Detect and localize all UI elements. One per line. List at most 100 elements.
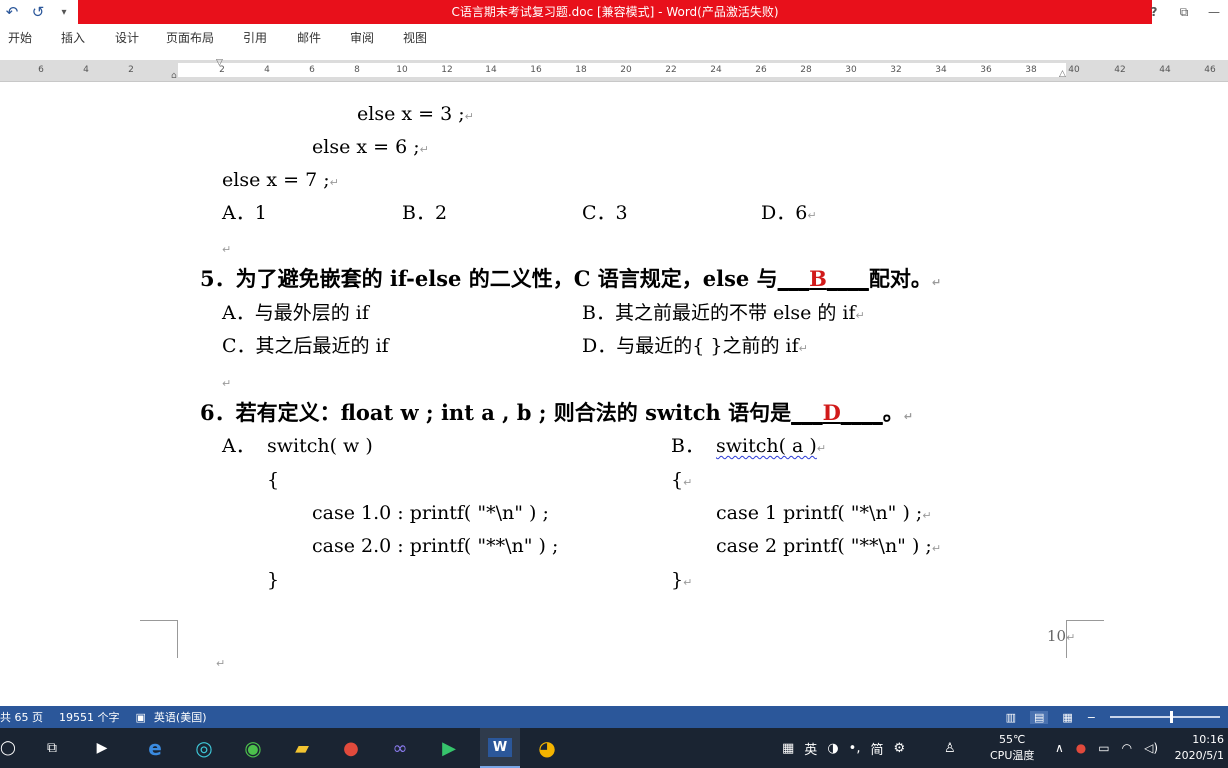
paragraph-mark: ↵ — [222, 243, 232, 256]
q6-option-a-case1: case 1.0 : printf( "*\n" ) ; — [312, 502, 549, 524]
question-6: 6．若有定义：float w ; int a , b ; 则合法的 switch… — [200, 400, 914, 425]
ruler-label: 8 — [354, 65, 360, 75]
web-layout-icon[interactable]: ▦ — [1062, 711, 1072, 724]
people-icon[interactable]: ♙ — [944, 728, 956, 768]
browser-green-icon[interactable]: ◉ — [241, 736, 265, 760]
tab-review[interactable]: 审阅 — [346, 29, 378, 46]
q6-option-b-head: switch( a )↵ — [716, 435, 827, 457]
infinity-app-icon[interactable]: ∞ — [388, 736, 412, 760]
zoom-slider-knob[interactable] — [1170, 711, 1173, 723]
view-controls: ▥ ▤ ▦ − — [1006, 706, 1228, 728]
tab-references[interactable]: 引用 — [239, 29, 271, 46]
ruler-label: 14 — [485, 65, 497, 75]
ime-mode[interactable]: 英 — [804, 739, 817, 758]
tab-design[interactable]: 设计 — [111, 29, 143, 46]
ruler-label: 30 — [845, 65, 857, 75]
language-indicator[interactable]: 英语(美国) — [154, 709, 215, 725]
document-page[interactable]: else x = 3 ;↵ else x = 6 ;↵ else x = 7 ;… — [0, 82, 1228, 694]
q6-option-b-close: }↵ — [671, 569, 693, 591]
redo-icon[interactable]: ↺ — [30, 3, 46, 21]
question-5-answer: B — [809, 266, 827, 291]
tab-insert[interactable]: 插入 — [57, 29, 89, 46]
q5-option-d: D．与最近的{ }之前的 if↵ — [582, 335, 808, 357]
media-player-icon[interactable]: ▶ — [90, 736, 114, 760]
read-mode-icon[interactable]: ▥ — [1006, 711, 1016, 724]
print-layout-icon[interactable]: ▤ — [1029, 710, 1049, 724]
punctuation-icon[interactable]: •, — [849, 741, 861, 756]
zoom-slider[interactable] — [1110, 711, 1220, 723]
undo-icon[interactable]: ↶ — [4, 3, 20, 21]
proofing-icon[interactable]: ▣ — [128, 711, 154, 724]
horizontal-ruler[interactable]: 6 4 2 2 4 6 8 10 12 14 16 18 20 22 24 26… — [0, 58, 1228, 82]
paragraph-mark: ↵ — [216, 657, 226, 670]
tab-mailings[interactable]: 邮件 — [293, 29, 325, 46]
paragraph-mark: ↵ — [798, 342, 808, 355]
half-width-icon[interactable]: ◑ — [827, 741, 838, 756]
restore-icon[interactable]: ⧉ — [1176, 5, 1192, 20]
q6-option-b-case2: case 2 printf( "**\n" ) ;↵ — [716, 535, 942, 557]
browser-ring-icon[interactable]: ◎ — [192, 736, 216, 760]
ruler-label: 4 — [83, 65, 89, 75]
q5-option-c: C．其之后最近的 if — [222, 335, 389, 357]
chevron-up-icon[interactable]: ∧ — [1055, 741, 1064, 755]
tab-page-layout[interactable]: 页面布局 — [162, 29, 218, 46]
tab-home[interactable]: 开始 — [4, 29, 36, 46]
paragraph-mark: ↵ — [807, 209, 817, 222]
file-explorer-icon[interactable]: ▰ — [290, 736, 314, 760]
ruler-label: 6 — [309, 65, 315, 75]
question-5-stem: 5．为了避免嵌套的 if-else 的二义性，C 语言规定，else 与 — [200, 266, 778, 291]
taskbar: ◯ ⧉ ▶ e ◎ ◉ ▰ ● ∞ ▶ W ◕ ▦ 英 ◑ •, 简 ⚙ ♙ 5… — [0, 728, 1228, 768]
ime-script[interactable]: 简 — [870, 739, 883, 758]
code-line-else-6: else x = 6 ;↵ — [312, 136, 429, 158]
ruler-label: 24 — [710, 65, 722, 75]
question-6-stem: 6．若有定义：float w ; int a , b ; 则合法的 switch… — [200, 400, 792, 425]
keyboard-icon[interactable]: ▦ — [782, 741, 794, 756]
edge-icon[interactable]: e — [143, 736, 167, 760]
cpu-temperature: 55℃ CPU温度 — [990, 733, 1035, 762]
ribbon-tabs: 开始 插入 设计 页面布局 引用 邮件 审阅 视图 — [0, 26, 1228, 48]
help-icon[interactable]: ? — [1146, 5, 1162, 19]
system-tray-ime: ▦ 英 ◑ •, 简 ⚙ — [782, 728, 905, 768]
q4-option-d: D．6↵ — [761, 202, 817, 224]
code-line-else-7: else x = 7 ;↵ — [222, 169, 339, 191]
ruler-label: 26 — [755, 65, 767, 75]
minimize-icon[interactable]: — — [1206, 5, 1222, 19]
q5-option-b: B．其之前最近的不带 else 的 if↵ — [582, 302, 865, 324]
tab-view[interactable]: 视图 — [399, 29, 431, 46]
page-count[interactable]: 共 65 页 — [0, 709, 51, 725]
ruler-label: 18 — [575, 65, 587, 75]
network-icon[interactable]: ▭ — [1098, 741, 1109, 755]
ruler-label: 42 — [1114, 65, 1126, 75]
ruler-label: 46 — [1204, 65, 1216, 75]
task-view-icon[interactable]: ⧉ — [40, 736, 64, 760]
ruler-label: 2 — [128, 65, 134, 75]
paragraph-mark: ↵ — [816, 442, 827, 455]
ruler-label: 6 — [38, 65, 44, 75]
paragraph-mark: ↵ — [329, 176, 339, 189]
ruler-label: 38 — [1025, 65, 1037, 75]
start-icon[interactable]: ◯ — [0, 736, 20, 760]
word-count[interactable]: 19551 个字 — [51, 709, 128, 725]
title-bar: ↶ ↺ ▾ C语言期末考试复习题.doc [兼容模式] - Word(产品激活失… — [0, 0, 1228, 24]
q5-option-a: A．与最外层的 if — [222, 302, 369, 324]
volume-icon[interactable]: ◁) — [1144, 741, 1158, 755]
q6-option-b-label: B． — [671, 435, 704, 457]
play-store-icon[interactable]: ▶ — [437, 736, 461, 760]
first-line-indent-marker[interactable]: ▽ — [216, 58, 223, 68]
ruler-label: 20 — [620, 65, 632, 75]
ime-settings-icon[interactable]: ⚙ — [893, 741, 905, 756]
status-bar: 共 65 页 19551 个字 ▣ 英语(美国) ▥ ▤ ▦ − — [0, 706, 1228, 728]
right-indent-marker[interactable]: △ — [1059, 69, 1066, 79]
clock[interactable]: 10:16 2020/5/1 — [1175, 732, 1224, 764]
left-indent-marker[interactable]: ⌂ — [171, 71, 177, 81]
tray-app-icon[interactable]: ● — [1076, 741, 1086, 755]
chrome-icon[interactable]: ◕ — [535, 736, 559, 760]
cloud-app-icon[interactable]: ● — [339, 736, 363, 760]
q6-option-a-head: switch( w ) — [267, 435, 373, 457]
customize-qat-icon[interactable]: ▾ — [56, 7, 72, 18]
wifi-icon[interactable]: ◠ — [1122, 741, 1132, 755]
zoom-out-icon[interactable]: − — [1087, 711, 1096, 724]
word-icon[interactable]: W — [480, 728, 520, 768]
q4-option-c: C．3 — [582, 202, 628, 224]
q6-option-a-label: A． — [222, 435, 255, 457]
